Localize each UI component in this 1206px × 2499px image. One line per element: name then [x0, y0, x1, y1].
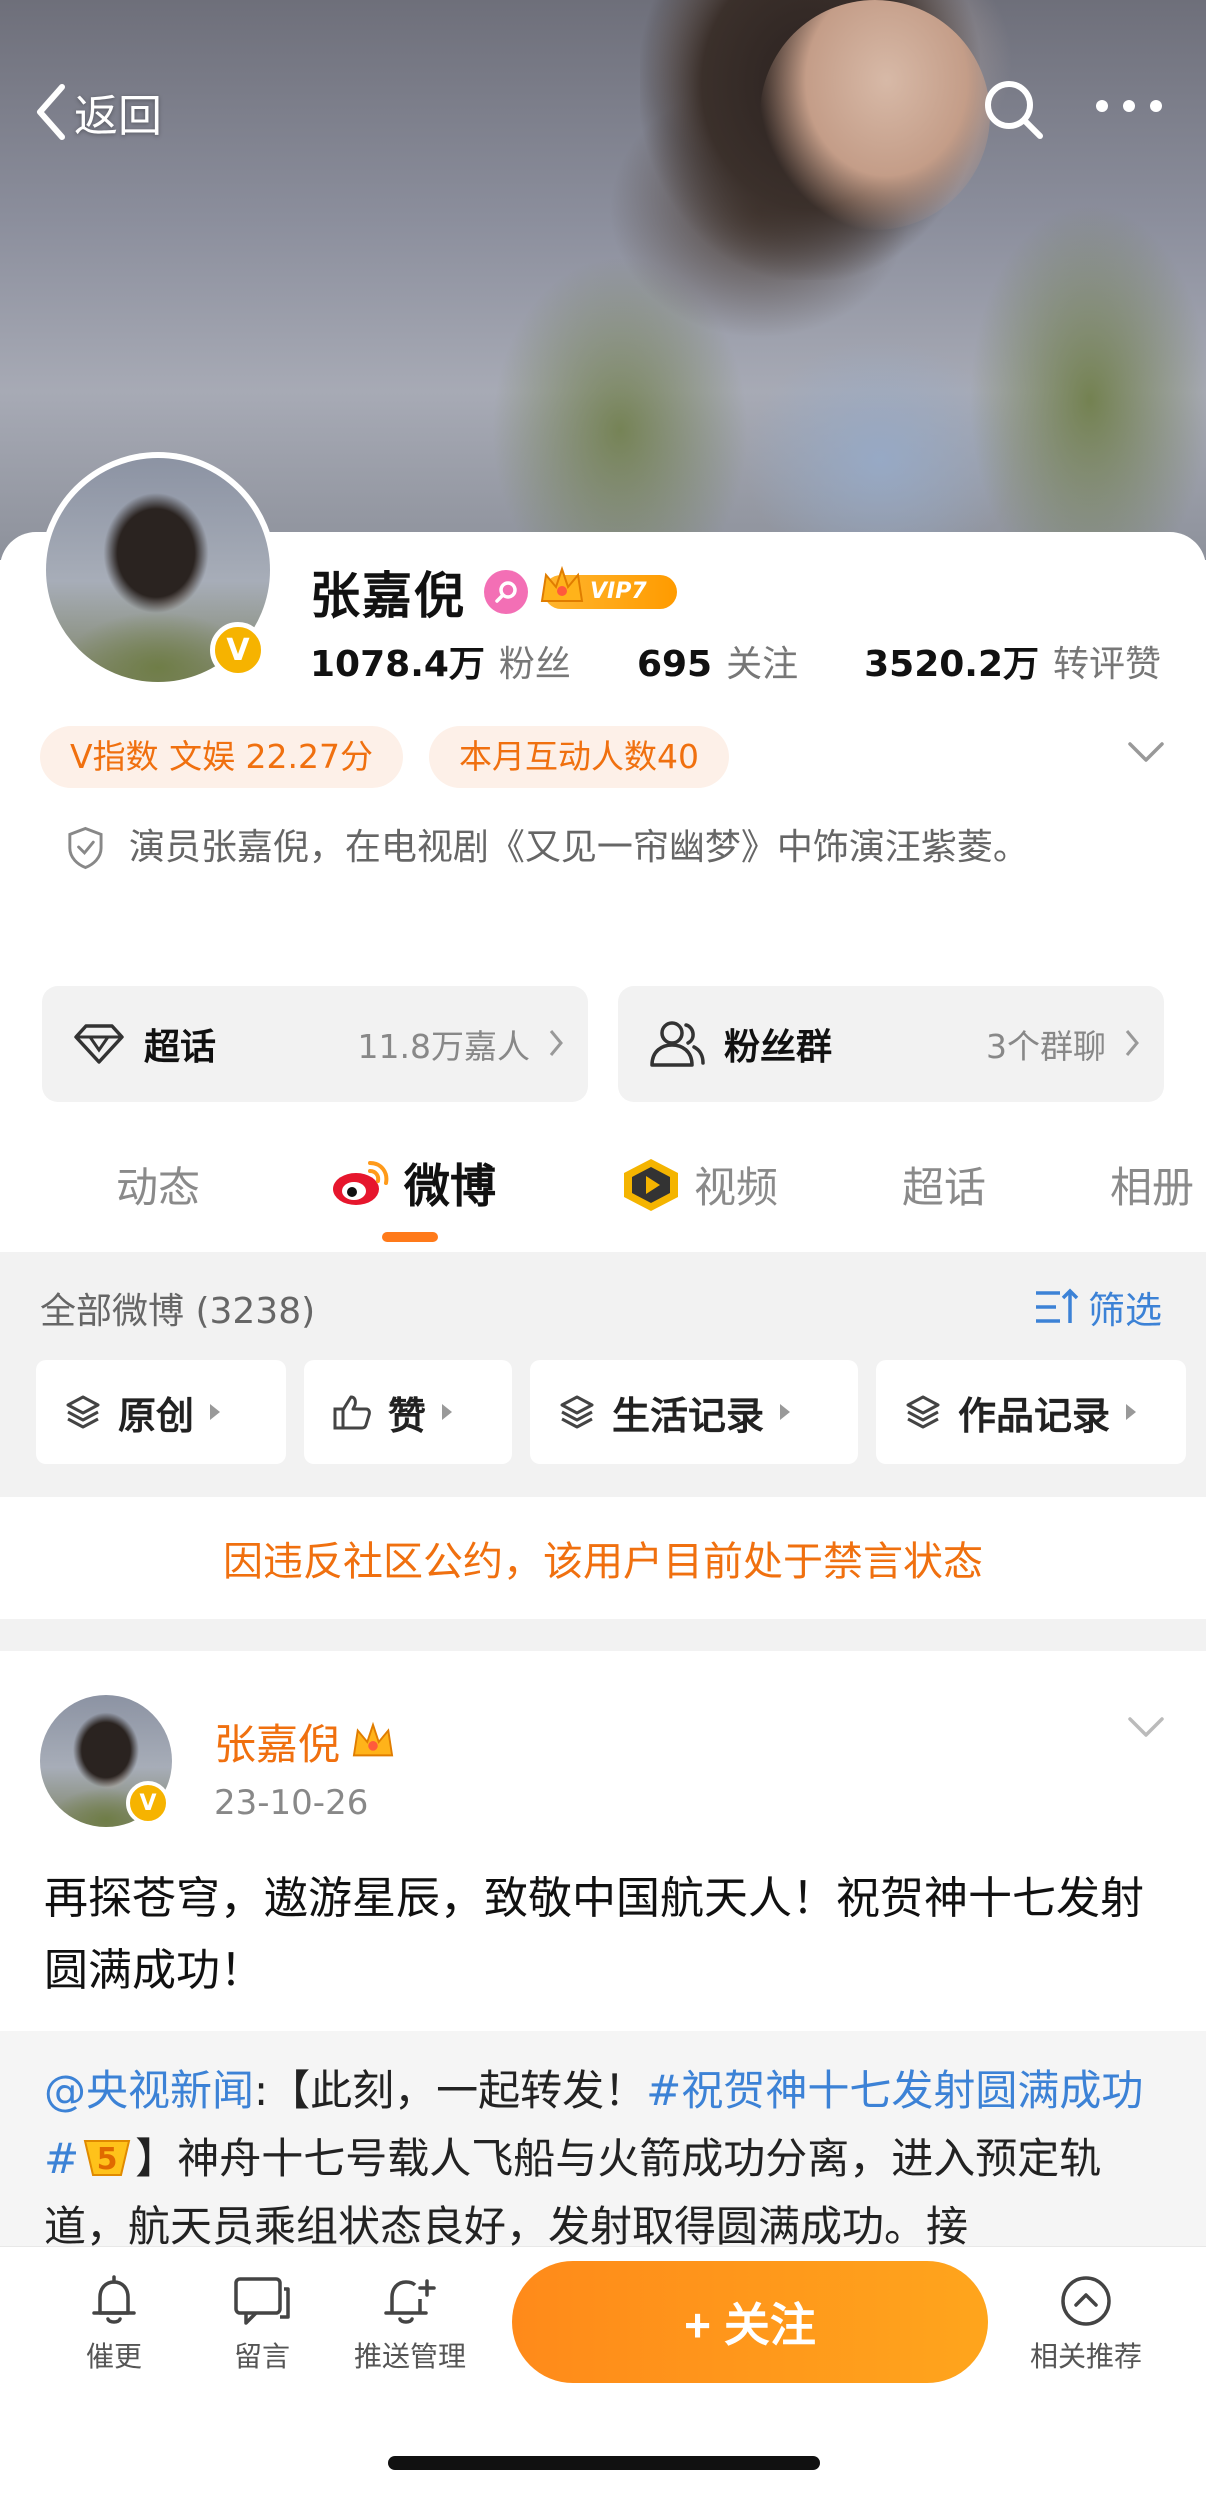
post-avatar[interactable]: V	[40, 1695, 172, 1827]
v-index-tag[interactable]: V指数 文娱 22.27分	[40, 726, 404, 788]
thumbs-up-icon	[333, 1395, 371, 1430]
comment-icon	[234, 2277, 290, 2325]
ban-notice: 因违反社区公约，该用户目前处于禁言状态	[0, 1497, 1206, 1619]
layers-icon	[906, 1395, 940, 1429]
shield-icon	[68, 826, 103, 870]
push-settings-button[interactable]: 推送管理	[340, 2273, 480, 2375]
filter-chips: 原创 赞 生活记录 作品记录	[36, 1360, 1186, 1464]
chevron-left-icon	[37, 84, 65, 140]
more-icon[interactable]	[1094, 96, 1164, 116]
active-tab-indicator	[382, 1232, 438, 1242]
related-recommend-button[interactable]: 相关推荐	[1006, 2273, 1166, 2375]
message-button[interactable]: 留言	[192, 2273, 332, 2375]
layers-icon	[66, 1395, 100, 1429]
filter-button[interactable]: 筛选	[1034, 1280, 1162, 1334]
stat-likes[interactable]: 3520.2万 转评赞	[864, 635, 1161, 687]
chevron-down-icon[interactable]	[1126, 1715, 1166, 1739]
svg-text:5: 5	[97, 2142, 118, 2177]
quick-links: 超话 11.8万嘉人 粉丝群 3个群聊	[42, 986, 1164, 1102]
tab-video[interactable]: 视频	[620, 1154, 778, 1215]
chip-life-record[interactable]: 生活记录	[530, 1360, 858, 1464]
chevron-up-circle-icon	[1061, 2276, 1111, 2326]
profile-tabs: 动态 微博 视频 超话 相册	[0, 1140, 1206, 1252]
vip-badge[interactable]: VIP7	[540, 565, 677, 609]
weibo-logo-icon	[333, 1161, 389, 1205]
diamond-icon	[74, 1024, 124, 1064]
home-indicator	[388, 2456, 820, 2470]
chevron-down-icon[interactable]	[1126, 740, 1166, 764]
back-button[interactable]: 返回	[34, 80, 162, 144]
repost-body: 】神舟十七号载人飞船与火箭成功分离，进入预定轨道，航天员乘组状态良好，发射取得圆…	[44, 2134, 1102, 2251]
bell-plus-icon	[384, 2279, 436, 2324]
profile-bio: 演员张嘉倪，在电视剧《又见一帘幽梦》中饰演汪紫菱。	[64, 812, 1104, 884]
tab-weibo[interactable]: 微博	[330, 1150, 496, 1216]
video-logo-icon	[624, 1158, 678, 1211]
profile-name: 张嘉倪	[310, 567, 466, 625]
post-time: 23-10-26	[214, 1783, 369, 1823]
stat-following[interactable]: 695 关注	[637, 635, 798, 687]
urge-update-button[interactable]: 催更	[44, 2273, 184, 2375]
back-label: 返回	[74, 91, 162, 142]
chip-likes[interactable]: 赞	[304, 1360, 512, 1464]
caret-right-icon	[1126, 1404, 1137, 1420]
profile-name-row: 张嘉倪 VIP7	[310, 556, 677, 628]
verified-badge-icon: V	[126, 1781, 170, 1825]
search-icon[interactable]	[982, 78, 1046, 142]
section-divider	[0, 1619, 1206, 1651]
follow-button[interactable]: + 关注	[512, 2261, 988, 2383]
stat-fans[interactable]: 1078.4万 粉丝	[310, 635, 571, 687]
bio-text: 演员张嘉倪，在电视剧《又见一帘幽梦》中饰演汪紫菱。	[128, 827, 1029, 868]
interaction-tag[interactable]: 本月互动人数40	[429, 726, 730, 788]
tab-album[interactable]: 相册	[1110, 1154, 1194, 1215]
layers-icon	[560, 1395, 594, 1429]
repost-source-link[interactable]: @央视新闻	[44, 2066, 254, 2115]
stats-row: 1078.4万 粉丝 695 关注 3520.2万 转评赞	[310, 635, 1161, 687]
chip-work-record[interactable]: 作品记录	[876, 1360, 1186, 1464]
profile-avatar[interactable]: V	[40, 452, 276, 688]
filter-icon	[1036, 1288, 1079, 1323]
chevron-right-icon	[549, 1030, 563, 1056]
female-icon	[484, 570, 528, 614]
bell-icon	[92, 2275, 136, 2324]
post-text: 再探苍穹，遨游星辰，致敬中国航天人！祝贺神十七发射圆满成功！	[44, 1873, 1144, 1996]
verified-badge-icon: V	[210, 622, 266, 678]
crown-icon	[540, 565, 584, 602]
chevron-right-icon	[1125, 1030, 1139, 1056]
filter-section: 全部微博 (3238) 筛选 原创 赞 生活记录 作品记录	[0, 1252, 1206, 1497]
super-topic-link[interactable]: 超话 11.8万嘉人	[42, 986, 588, 1102]
group-icon	[650, 1021, 705, 1067]
caret-right-icon	[442, 1404, 453, 1420]
caret-right-icon	[780, 1404, 791, 1420]
all-posts-count: 全部微博 (3238)	[40, 1291, 316, 1332]
tab-super-topic[interactable]: 超话	[902, 1154, 986, 1215]
chip-original[interactable]: 原创	[36, 1360, 286, 1464]
fan-group-link[interactable]: 粉丝群 3个群聊	[618, 986, 1164, 1102]
caret-right-icon	[210, 1404, 221, 1420]
top-bar: 返回	[0, 70, 1206, 160]
crown-icon	[352, 1721, 394, 1756]
post-author[interactable]: 张嘉倪	[214, 1711, 396, 1772]
repost-prefix: :【此刻，一起转发！	[254, 2066, 647, 2115]
number-five-emoji-icon: 5	[83, 2140, 131, 2177]
tab-feed[interactable]: 动态	[116, 1154, 200, 1215]
tags-row: V指数 文娱 22.27分 本月互动人数40	[40, 726, 755, 788]
